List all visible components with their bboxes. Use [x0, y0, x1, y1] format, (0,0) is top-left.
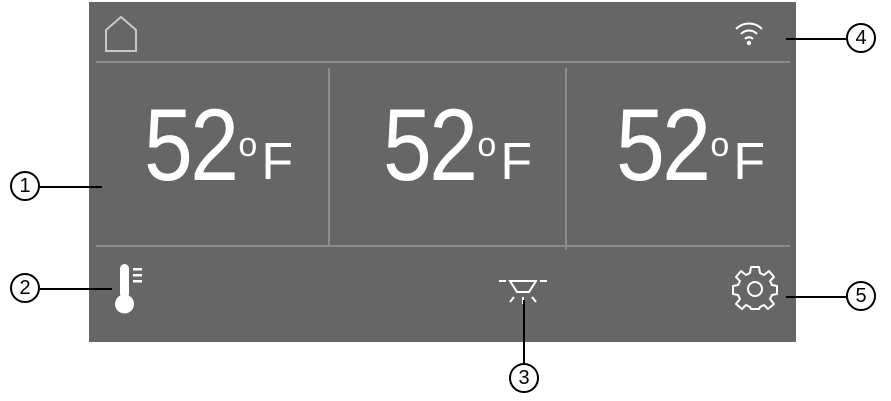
callout-2: 2 [10, 273, 40, 303]
temperature-zone-1[interactable]: 52 o F [97, 94, 325, 204]
callout-5: 5 [846, 281, 876, 311]
home-icon[interactable] [103, 14, 139, 59]
temperature-value: 52 [143, 88, 239, 202]
temperature-unit: F [733, 133, 766, 191]
gear-icon[interactable] [732, 264, 778, 315]
control-panel-display: 52 o F 52 o F 52 o F [89, 2, 796, 342]
callout-1: 1 [10, 171, 40, 201]
bottom-divider [96, 245, 790, 247]
zone-divider-1 [328, 68, 330, 245]
zone-divider-2 [565, 68, 567, 250]
degree-symbol: o [238, 126, 258, 164]
callout-leader-3 [523, 300, 525, 363]
temperature-zone-3[interactable]: 52 o F [573, 94, 793, 204]
temperature-unit: F [500, 133, 533, 191]
callout-leader-5 [786, 296, 846, 298]
temperature-value: 52 [382, 88, 478, 202]
top-divider [96, 61, 790, 63]
degree-symbol: o [477, 126, 497, 164]
callout-leader-4 [786, 38, 846, 40]
callout-3: 3 [509, 363, 539, 393]
degree-symbol: o [710, 126, 730, 164]
wifi-icon[interactable] [734, 18, 764, 51]
temperature-value: 52 [615, 88, 711, 202]
callout-leader-1 [40, 186, 102, 188]
temperature-unit: F [261, 133, 294, 191]
callout-4: 4 [846, 23, 876, 53]
callout-leader-2 [40, 288, 112, 290]
temperature-zone-2[interactable]: 52 o F [337, 94, 563, 204]
thermometer-icon[interactable] [113, 262, 149, 323]
